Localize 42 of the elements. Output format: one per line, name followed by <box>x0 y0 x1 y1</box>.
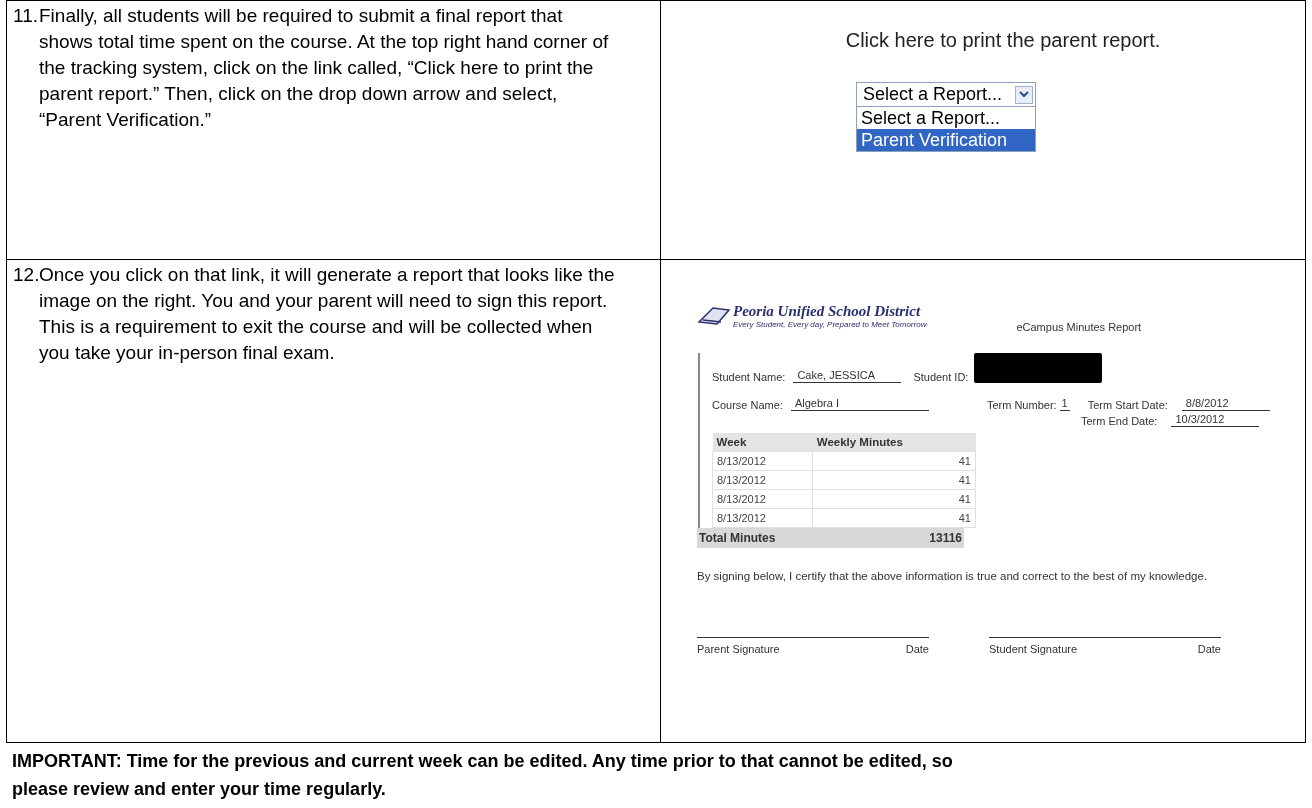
report-dropdown[interactable]: Select a Report... <box>856 82 1036 107</box>
chevron-down-icon <box>1015 85 1033 104</box>
district-tagline: Every Student, Every day, Prepared to Meet Tomorrow <box>733 320 927 329</box>
signature-label: Parent Signature <box>697 643 780 655</box>
step-number: 12. <box>13 263 39 287</box>
table-cell: 8/13/2012 <box>712 489 813 509</box>
table-cell: 8/13/2012 <box>712 470 813 490</box>
book-logo-icon <box>697 306 731 326</box>
field-label: Course Name: <box>712 399 783 411</box>
district-name: Peoria Unified School District <box>733 303 922 320</box>
field-label: Term End Date: <box>1081 415 1158 427</box>
dropdown-option[interactable]: Select a Report... <box>857 107 1035 129</box>
column-header: Weekly Minutes <box>812 433 976 452</box>
column-header: Week <box>712 433 813 452</box>
table-cell: 8/13/2012 <box>712 451 813 471</box>
course-name: Algebra I <box>790 397 929 411</box>
step-text: Finally, all students will be required to submit a final report that shows total time spent on the course. At the top right hand corner of the tracking system, click on the link called, “Click here to print the parent report.” Then, click on the drop down arrow and select, “Parent Verification.” <box>39 4 610 132</box>
field-label: Term Start Date: <box>1087 399 1168 411</box>
table-cell: 41 <box>812 489 976 509</box>
print-report-link[interactable]: Click here to print the parent report. <box>845 29 1161 52</box>
report-title: eCampus Minutes Report <box>1016 321 1142 333</box>
table-cell: 41 <box>812 508 976 528</box>
important-note: IMPORTANT: Time for the previous and current week can be edited. Any time prior to that cannot be edited, so please review and enter your time regularly. <box>12 750 954 801</box>
table-cell: 41 <box>812 470 976 490</box>
total-value: 13116 <box>929 531 962 545</box>
term-start-date: 8/8/2012 <box>1181 397 1270 411</box>
date-label: Date <box>1197 643 1221 655</box>
table-cell: 8/13/2012 <box>712 508 813 528</box>
total-label: Total Minutes <box>699 531 776 545</box>
certification-text: By signing below, I certify that the above information is true and correct to the best of my knowledge. <box>697 570 1209 582</box>
table-cell: 41 <box>812 451 976 471</box>
step-number: 11. <box>13 4 39 28</box>
dropdown-option[interactable]: Parent Verification <box>857 129 1035 151</box>
field-label: Student ID: <box>913 371 969 383</box>
signature-label: Student Signature <box>989 643 1078 655</box>
field-label: Term Number: <box>986 399 1057 411</box>
field-label: Student Name: <box>712 371 786 383</box>
date-label: Date <box>905 643 929 655</box>
student-name: Cake, JESSICA <box>793 369 902 383</box>
term-number: 1 <box>1059 397 1070 411</box>
step-text: Once you click on that link, it will generate a report that looks like the image on the right. You and your parent will need to sign this report. This is a requirement to exit the course and will be collected when you take your in-person final exam. <box>39 263 616 365</box>
term-end-date: 10/3/2012 <box>1171 413 1260 427</box>
